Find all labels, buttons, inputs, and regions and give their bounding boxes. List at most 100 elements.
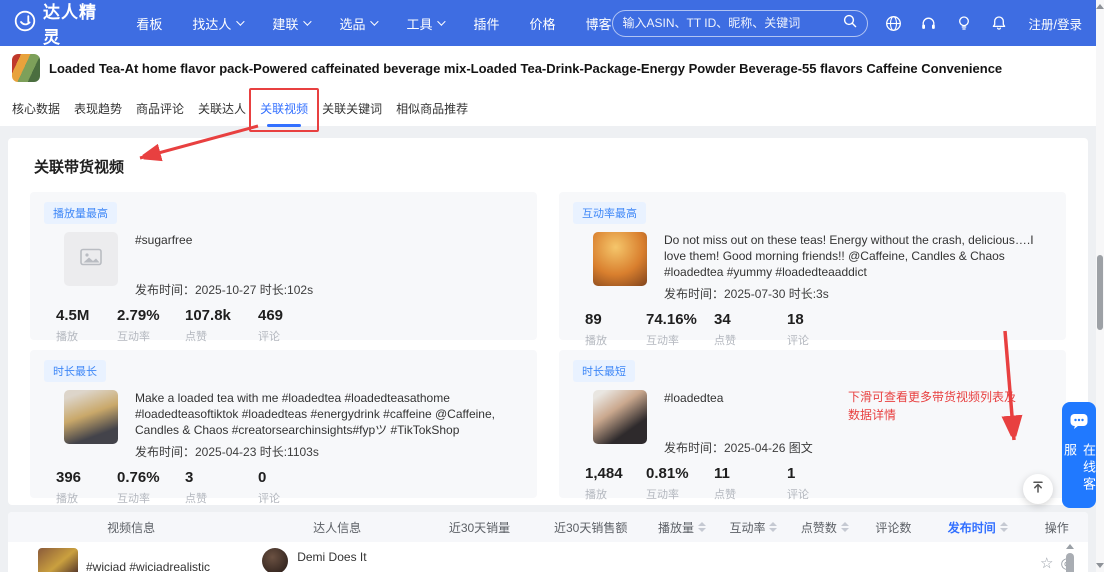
language-globe-icon[interactable] [885, 14, 903, 32]
nav-item-pricing[interactable]: 价格 [529, 14, 555, 33]
chevron-down-icon [437, 17, 447, 26]
notification-bell-icon[interactable] [990, 14, 1008, 32]
nav-item-product-picking[interactable]: 选品 [339, 14, 380, 33]
register-login-link[interactable]: 注册/登录 [1029, 14, 1082, 33]
stat-plays: 89 播放 [585, 310, 607, 347]
scroll-hint-annotation: 下滑可查看更多带货视频列表及数据详情 [848, 390, 1017, 422]
chevron-down-icon [370, 17, 380, 26]
tab-related-keywords[interactable]: 关联关键词 [322, 98, 382, 119]
stat-engagement: 2.79% 互动率 [117, 307, 160, 343]
customer-service-tab[interactable]: 在线客服 [1062, 402, 1096, 508]
related-videos-panel: 关联带货视频 播放量最高 #sugarfree 发布时间：2025-10-27 [8, 138, 1088, 505]
nav-item-tools[interactable]: 工具 [406, 14, 447, 33]
stat-comments: 1 评论 [787, 465, 809, 501]
scrollbar-down-arrow[interactable] [1096, 563, 1104, 568]
video-thumbnail[interactable] [593, 390, 647, 444]
video-card-most-views[interactable]: 播放量最高 #sugarfree 发布时间：2025-10-27 时长:102s [30, 192, 537, 343]
tab-similar-products[interactable]: 相似商品推荐 [396, 98, 468, 119]
image-placeholder-icon [80, 248, 102, 271]
scrollbar-up-arrow[interactable] [1096, 4, 1104, 9]
headset-support-icon[interactable] [920, 14, 938, 32]
chat-bubble-icon [1069, 412, 1089, 435]
stat-likes: 3 点赞 [185, 468, 207, 505]
video-meta: 发布时间：2025-07-30 时长:3s [664, 286, 829, 301]
table-scrollbar[interactable] [1065, 544, 1074, 572]
col-actions: 操作 [1044, 520, 1069, 535]
sort-icon[interactable] [840, 522, 849, 532]
tab-bar: 核心数据 表现趋势 商品评论 关联达人 关联视频 关联关键词 相似商品推荐 [0, 87, 1096, 132]
nav-item-outreach[interactable]: 建联 [272, 14, 313, 33]
nav-right: 注册/登录 [611, 9, 1082, 37]
search-icon[interactable] [843, 14, 857, 33]
sort-icon[interactable] [999, 522, 1008, 532]
highlight-cards: 播放量最高 #sugarfree 发布时间：2025-10-27 时长:102s [30, 192, 1066, 505]
page-scrollbar-thumb[interactable] [1097, 255, 1103, 330]
tab-product-reviews[interactable]: 商品评论 [136, 98, 184, 119]
table-header-row: 视频信息 达人信息 近30天销量 近30天销售额 播放量 互动率 点赞数 评论数… [8, 512, 1088, 542]
video-table: 视频信息 达人信息 近30天销量 近30天销售额 播放量 互动率 点赞数 评论数… [8, 512, 1088, 572]
sort-icon[interactable] [769, 522, 778, 532]
stat-engagement: 0.76% 互动率 [117, 468, 160, 505]
chevron-down-icon [236, 17, 246, 26]
card-badge: 时长最短 [573, 360, 635, 382]
lightbulb-icon[interactable] [955, 14, 973, 32]
back-to-top-button[interactable] [1023, 474, 1053, 504]
stat-plays: 1,484 播放 [585, 465, 623, 501]
page-body: 关联带货视频 播放量最高 #sugarfree 发布时间：2025-10-27 [0, 126, 1096, 572]
favorite-star-icon[interactable]: ☆ [1040, 556, 1053, 571]
global-search [611, 9, 868, 37]
col-video-info: 视频信息 [107, 520, 156, 535]
stat-comments: 0 评论 [258, 468, 280, 505]
table-scrollbar-thumb[interactable] [1065, 553, 1074, 572]
product-thumbnail[interactable] [12, 54, 40, 82]
stat-likes: 107.8k 点赞 [185, 307, 231, 343]
scroll-up-icon[interactable] [1065, 544, 1074, 549]
stat-comments: 18 评论 [787, 310, 809, 347]
col-engagement-sort[interactable]: 互动率 [718, 519, 789, 536]
video-title[interactable]: Make a loaded tea with me #loadedtea #lo… [135, 390, 523, 439]
nav-item-blog[interactable]: 博客 [586, 14, 612, 33]
video-card-shortest-duration[interactable]: 时长最短 #loadedtea 发布时间：2025-04-26 图文 1,484… [559, 350, 1066, 501]
video-card-top-engagement[interactable]: 互动率最高 Do not miss out on these teas! Ene… [559, 192, 1066, 347]
stat-plays: 4.5M 播放 [56, 307, 90, 343]
video-thumbnail[interactable] [64, 390, 118, 444]
video-thumbnail[interactable] [593, 232, 647, 286]
nav-item-dashboard[interactable]: 看板 [136, 14, 162, 33]
tab-performance-trend[interactable]: 表现趋势 [74, 98, 122, 119]
influencer-name[interactable]: Demi Does It [297, 548, 366, 564]
col-views-sort[interactable]: 播放量 [646, 519, 717, 536]
influencer-avatar[interactable] [262, 548, 289, 572]
col-30d-sales: 近30天销量 [448, 520, 511, 535]
top-navbar: 达人精灵 看板 找达人 建联 选品 工具 插件 价格 博客 输入ASIN、TT … [0, 0, 1096, 48]
video-title[interactable]: Do not miss out on these teas! Energy wi… [664, 232, 1052, 281]
col-likes-sort[interactable]: 点赞数 [789, 519, 860, 536]
col-comments: 评论数 [875, 520, 912, 535]
search-input[interactable] [622, 16, 843, 30]
video-title[interactable]: #sugarfree [135, 232, 523, 277]
nav-item-plugin[interactable]: 插件 [473, 14, 499, 33]
table-row[interactable]: #wiciad #wiciadrealistic Demi Does It ☆ … [8, 542, 1088, 572]
stat-engagement: 0.81% 互动率 [646, 465, 689, 501]
nav-item-find-creators[interactable]: 找达人 [192, 14, 246, 33]
row-video-thumbnail[interactable] [38, 548, 78, 572]
video-card-longest-duration[interactable]: 时长最长 Make a loaded tea with me #loadedte… [30, 350, 537, 505]
product-header: Loaded Tea-At home flavor pack-Powered c… [0, 46, 1096, 90]
chevron-down-icon [303, 17, 313, 26]
app-root: 达人精灵 看板 找达人 建联 选品 工具 插件 价格 博客 输入ASIN、TT … [0, 0, 1104, 572]
tab-core-data[interactable]: 核心数据 [12, 98, 60, 119]
video-thumbnail[interactable] [64, 232, 118, 286]
row-video-tags[interactable]: #wiciad #wiciadrealistic [86, 548, 210, 572]
col-influencer-info: 达人信息 [313, 520, 362, 535]
sort-icon[interactable] [698, 522, 706, 532]
tab-related-videos[interactable]: 关联视频 [249, 87, 320, 132]
video-meta: 发布时间：2025-10-27 时长:102s [135, 283, 314, 297]
product-title: Loaded Tea-At home flavor pack-Powered c… [49, 60, 1003, 76]
logo-icon [14, 10, 36, 37]
tab-related-creators[interactable]: 关联达人 [198, 98, 246, 119]
page-scrollbar[interactable] [1096, 0, 1104, 572]
video-meta: 发布时间：2025-04-23 时长:1103s [135, 444, 319, 459]
brand[interactable]: 达人精灵 [14, 0, 110, 48]
card-badge: 时长最长 [44, 360, 106, 382]
col-publish-time-sort[interactable]: 发布时间 [926, 519, 1029, 536]
stat-likes: 34 点赞 [714, 310, 736, 347]
